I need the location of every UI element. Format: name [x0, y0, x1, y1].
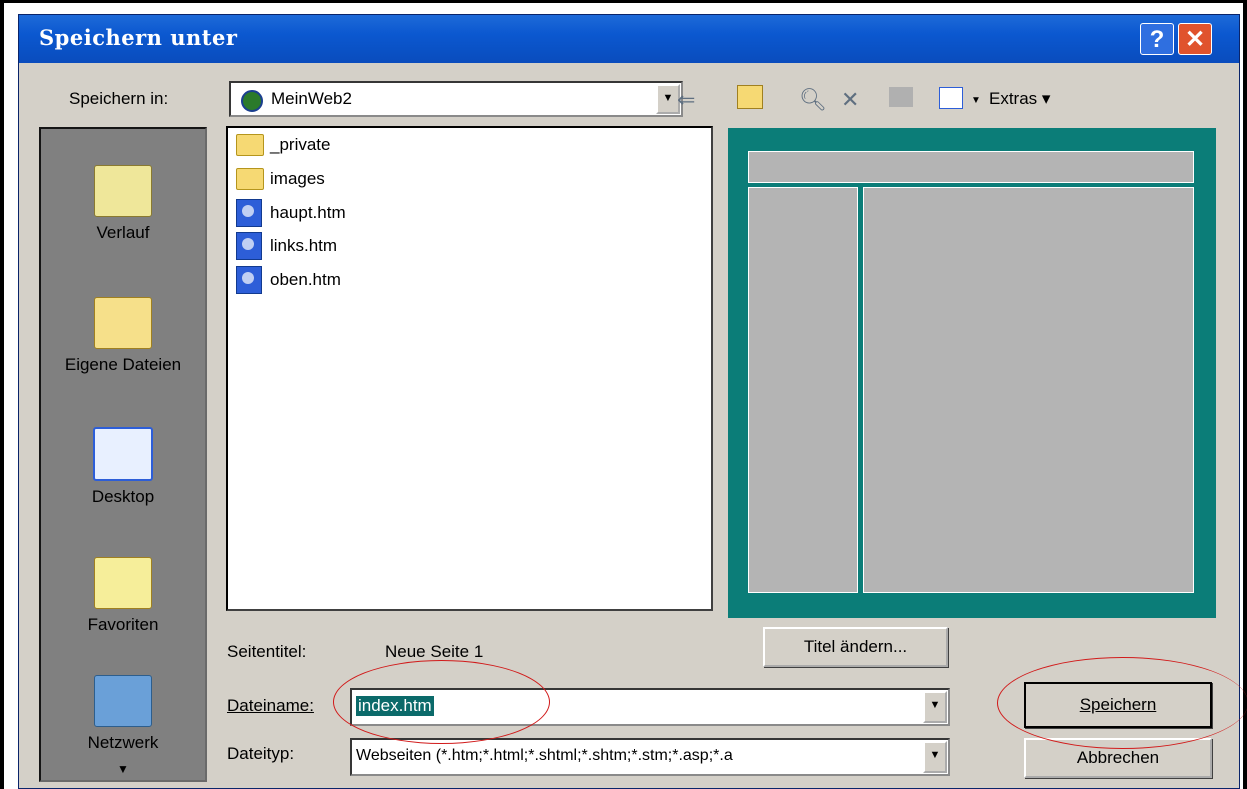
- save-in-label: Speichern in:: [69, 89, 169, 108]
- network-icon: [94, 675, 152, 727]
- favorites-icon: [94, 557, 152, 609]
- filename-label: Dateiname:: [227, 696, 314, 715]
- change-title-button[interactable]: Titel ändern...: [763, 627, 948, 667]
- save-as-dialog: Speichern unter ? ✕ Speichern in: MeinWe…: [18, 14, 1247, 789]
- save-button[interactable]: Speichern: [1024, 682, 1212, 728]
- views-icon[interactable]: [939, 87, 963, 109]
- folder-icon: [236, 134, 264, 156]
- outer-frame-top: [0, 0, 1247, 3]
- frameset-preview: [728, 128, 1216, 618]
- my-documents-icon: [94, 297, 152, 349]
- filename-field[interactable]: index.htm ▼: [350, 688, 950, 726]
- web-folder-icon: [241, 90, 263, 112]
- preview-left-frame: [748, 187, 858, 593]
- back-icon[interactable]: ⇐: [677, 87, 695, 113]
- place-network[interactable]: Netzwerk: [41, 675, 205, 753]
- file-list[interactable]: _private images haupt.htm links.htm oben…: [226, 126, 713, 611]
- preview-top-frame: [748, 151, 1194, 183]
- preview-main-frame: [863, 187, 1194, 593]
- html-file-icon: [236, 232, 262, 260]
- outer-frame-right: [1243, 0, 1247, 789]
- filetype-label: Dateityp:: [227, 744, 295, 763]
- html-file-icon: [236, 199, 262, 227]
- up-folder-icon[interactable]: [737, 85, 763, 109]
- place-history[interactable]: Verlauf: [41, 165, 205, 243]
- list-item[interactable]: oben.htm: [236, 265, 341, 295]
- scroll-down-icon[interactable]: ▼: [117, 762, 129, 776]
- html-file-icon: [236, 266, 262, 294]
- place-favorites[interactable]: Favoriten: [41, 557, 205, 635]
- dialog-title: Speichern unter: [39, 25, 238, 50]
- history-icon: [94, 165, 152, 217]
- place-desktop[interactable]: Desktop: [41, 427, 205, 507]
- chevron-down-icon[interactable]: ▼: [923, 741, 947, 773]
- page-title-label: Seitentitel:: [227, 642, 307, 661]
- chevron-down-icon[interactable]: ▼: [923, 691, 947, 723]
- close-button[interactable]: ✕: [1178, 23, 1212, 55]
- title-bar[interactable]: Speichern unter ? ✕: [19, 15, 1239, 63]
- folder-icon: [236, 168, 264, 190]
- page-title-value: Neue Seite 1: [385, 642, 484, 661]
- place-my-documents[interactable]: Eigene Dateien: [41, 297, 205, 375]
- list-item[interactable]: _private: [236, 130, 330, 160]
- delete-icon[interactable]: ✕: [841, 87, 859, 113]
- save-in-dropdown[interactable]: MeinWeb2 ▼: [229, 81, 683, 117]
- places-bar: Verlauf Eigene Dateien Desktop Favoriten…: [39, 127, 207, 782]
- list-item[interactable]: images: [236, 164, 325, 194]
- filetype-value: Webseiten (*.htm;*.html;*.shtml;*.shtm;*…: [356, 747, 733, 764]
- search-web-icon[interactable]: 🔍︎: [799, 87, 827, 113]
- cancel-button[interactable]: Abbrechen: [1024, 738, 1212, 778]
- desktop-icon: [93, 427, 153, 481]
- new-folder-icon[interactable]: [889, 87, 913, 107]
- extras-menu[interactable]: Extras ▾: [989, 89, 1050, 109]
- list-item[interactable]: haupt.htm: [236, 198, 346, 228]
- help-button[interactable]: ?: [1140, 23, 1174, 55]
- filename-value: index.htm: [356, 696, 434, 716]
- list-item[interactable]: links.htm: [236, 231, 337, 261]
- save-in-value: MeinWeb2: [271, 89, 352, 108]
- outer-frame-left: [0, 0, 4, 789]
- filetype-dropdown[interactable]: Webseiten (*.htm;*.html;*.shtml;*.shtm;*…: [350, 738, 950, 776]
